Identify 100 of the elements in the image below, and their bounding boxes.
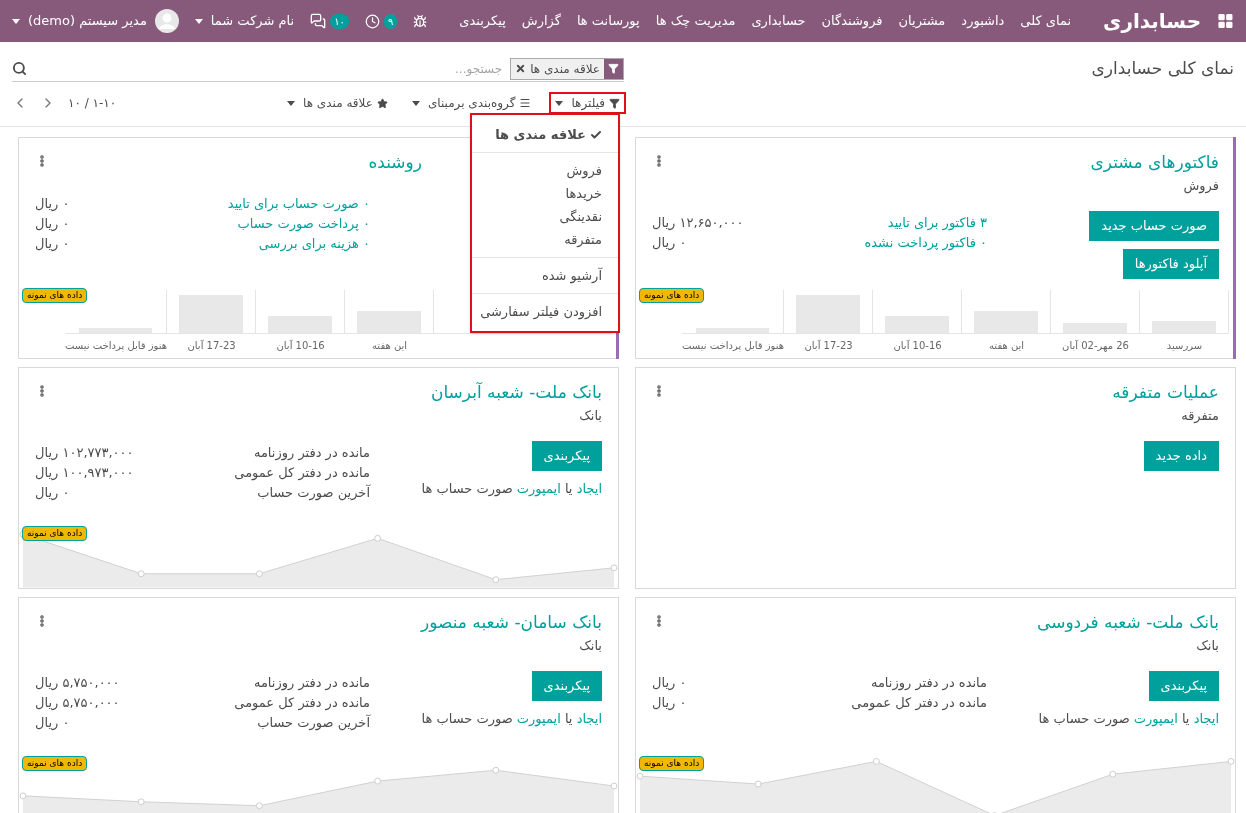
nav-menu-item[interactable]: گزارش xyxy=(521,11,561,31)
card-title[interactable]: فاکتورهای مشتری xyxy=(1090,150,1219,176)
caret-icon xyxy=(12,18,20,24)
stat-label: مانده در دفتر روزنامه xyxy=(253,674,370,693)
card-title[interactable]: عملیات متفرقه xyxy=(1112,380,1219,406)
search-field[interactable]: علاقه مندی ها جستجو... xyxy=(12,56,624,82)
filter-icon xyxy=(609,97,620,109)
stat-value: ۰ ریال xyxy=(35,714,70,732)
list-icon xyxy=(519,97,532,109)
activity-count: ۹ xyxy=(383,13,398,29)
stat-value: ۰ ریال xyxy=(652,674,687,692)
graph-point xyxy=(137,798,145,806)
card-action-button[interactable]: آپلود فاکتورها xyxy=(1122,249,1219,279)
check-icon xyxy=(590,128,602,141)
card-title[interactable]: بانک ملت- شعبه آبرسان xyxy=(430,380,602,406)
card-action-button[interactable]: صورت حساب جدید xyxy=(1089,211,1219,241)
stat-label: آخرین صورت حساب xyxy=(257,713,370,733)
card-title[interactable]: بانک ملت- شعبه فردوسی xyxy=(1036,610,1219,636)
nav-menu-item[interactable]: مدیریت چک ها xyxy=(655,11,736,31)
stat-link[interactable]: ۰ فاکتور پرداخت نشده xyxy=(864,233,987,253)
graph-point xyxy=(374,777,382,785)
user-menu[interactable]: مدیر سیستم (demo) xyxy=(12,9,179,33)
graph-point xyxy=(492,766,500,774)
star-icon xyxy=(376,97,388,109)
graph-point xyxy=(1109,770,1117,778)
stat-label: مانده در دفتر روزنامه xyxy=(253,444,370,463)
stat-value: ۰ ریال xyxy=(35,214,70,233)
stat-link[interactable]: ۰ پرداخت صورت حساب xyxy=(237,213,370,234)
create-link[interactable]: ایجاد xyxy=(1193,711,1219,726)
import-statement-text: ایجاد یا ایمپورت صورت حساب ها xyxy=(1038,710,1219,729)
card-action-button[interactable]: پیکربندی xyxy=(1148,671,1219,701)
bug-icon[interactable] xyxy=(413,13,428,29)
stat-link[interactable]: ۰ صورت حساب برای تایید xyxy=(227,193,370,214)
card-subtitle: متفرقه xyxy=(1180,406,1219,425)
stat-value: ۰ ریال xyxy=(35,194,70,213)
card-action-button[interactable]: پیکربندی xyxy=(531,671,602,701)
filter-menu-item[interactable]: نقدینگی xyxy=(472,205,618,228)
card-subtitle: بانک xyxy=(578,406,602,425)
card-subtitle: فروش xyxy=(1182,176,1219,195)
filter-menu-item[interactable]: خریدها xyxy=(472,182,618,205)
graph-point xyxy=(754,780,762,788)
sample-data-badge: داده های نمونه xyxy=(639,756,705,771)
stat-value: ۱۲,۶۵۰,۰۰۰ ریال xyxy=(652,214,744,232)
stat-value: ۰ ریال xyxy=(35,234,70,253)
clock-icon[interactable] xyxy=(364,13,380,29)
card-action-button[interactable]: داده جدید xyxy=(1143,441,1219,471)
caret-icon xyxy=(555,100,564,106)
search-input[interactable]: جستجو... xyxy=(35,59,503,78)
filter-menu-item[interactable]: افزودن فیلتر سفارشی xyxy=(472,300,618,323)
sample-data-badge: داده های نمونه xyxy=(639,288,705,303)
card-action-button[interactable]: پیکربندی xyxy=(531,441,602,471)
filter-menu-item[interactable]: آرشیو شده xyxy=(472,264,618,287)
filter-menu-item[interactable]: متفرقه xyxy=(472,228,618,251)
message-count: ۱۰ xyxy=(330,13,349,29)
chart-axis-label: 17-23 آبان xyxy=(187,338,236,353)
sample-data-badge: داده های نمونه xyxy=(22,288,88,303)
nav-menu-item[interactable]: داشبورد xyxy=(961,11,1005,31)
nav-menu-item[interactable]: حسابداری xyxy=(751,11,806,31)
remove-facet-icon[interactable] xyxy=(515,63,527,74)
graph-point xyxy=(255,802,263,810)
card-subtitle: بانک xyxy=(1195,636,1219,655)
apps-menu-icon[interactable] xyxy=(1217,12,1234,30)
stat-value: ۵,۷۵۰,۰۰۰ ریال xyxy=(35,674,120,692)
nav-menu-item[interactable]: مشتریان xyxy=(898,11,946,31)
card-subtitle: بانک xyxy=(578,636,602,655)
stat-value: ۰ ریال xyxy=(652,694,687,712)
import-link[interactable]: ایمپورت xyxy=(516,711,561,726)
filter-menu-item[interactable]: علاقه مندی ها xyxy=(472,123,618,146)
filter-dropdown-button[interactable]: علاقه مندی ها xyxy=(281,92,394,114)
nav-menu-item[interactable]: نمای کلی xyxy=(1020,11,1072,31)
graph-point xyxy=(255,570,263,578)
stat-label: مانده در دفتر کل عمومی xyxy=(851,694,987,713)
nav-menu-item[interactable]: فروشندگان xyxy=(821,11,883,31)
filter-dropdown-button[interactable]: گروه‌بندی برمبنای xyxy=(405,92,538,114)
stat-label: مانده در دفتر کل عمومی xyxy=(234,464,370,483)
stat-label: مانده در دفتر روزنامه xyxy=(870,674,987,693)
card-title[interactable]: روشنده xyxy=(368,150,422,176)
chart-axis-label: 17-23 آبان xyxy=(804,338,853,353)
search-facet[interactable]: علاقه مندی ها xyxy=(510,57,624,80)
company-switcher[interactable]: نام شرکت شما xyxy=(194,11,295,31)
avatar-icon xyxy=(154,9,179,33)
stat-value: ۱۰۲,۷۷۳,۰۰۰ ریال xyxy=(35,444,134,462)
stat-link[interactable]: ۰ هزینه برای بررسی xyxy=(258,233,370,254)
search-icon[interactable] xyxy=(12,61,27,76)
breadcrumb-title: نمای کلی حسابداری xyxy=(1091,57,1234,81)
create-link[interactable]: ایجاد xyxy=(576,711,602,726)
sample-data-badge: داده های نمونه xyxy=(22,756,88,771)
graph-point xyxy=(137,570,145,578)
nav-menu-item[interactable]: پیکربندی xyxy=(459,11,506,31)
caret-icon xyxy=(411,100,420,106)
caret-icon xyxy=(287,100,296,106)
nav-menu-item[interactable]: پورسانت ها xyxy=(576,11,640,31)
app-brand[interactable]: حسابداری xyxy=(1103,6,1202,36)
chat-icon[interactable] xyxy=(310,13,327,29)
import-link[interactable]: ایمپورت xyxy=(1133,711,1178,726)
create-link[interactable]: ایجاد xyxy=(576,481,602,496)
card-title[interactable]: بانک سامان- شعبه منصور xyxy=(420,610,602,636)
stat-link[interactable]: ۳ فاکتور برای تایید xyxy=(887,213,987,233)
filter-menu-item[interactable]: فروش xyxy=(472,159,618,182)
import-link[interactable]: ایمپورت xyxy=(516,481,561,496)
